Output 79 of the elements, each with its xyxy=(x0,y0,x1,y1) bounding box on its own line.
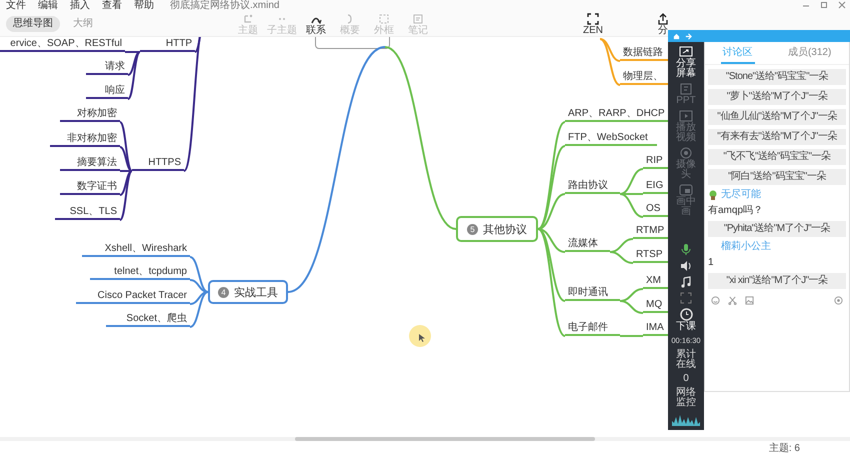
gift-notice: "xi xin"送给"M了个J"一朵 xyxy=(708,273,846,289)
settings-icon[interactable] xyxy=(834,296,843,305)
number-marker: 4 xyxy=(218,286,229,298)
menu-item[interactable]: 帮助 xyxy=(134,0,154,12)
subtopic[interactable]: 数字证书 xyxy=(60,180,120,195)
view-tab[interactable]: 思维导图 xyxy=(6,16,60,32)
screen-share-icon xyxy=(679,46,693,58)
picture-in-picture-icon xyxy=(679,184,693,196)
gift-notice: "飞不飞"送给"码宝宝"一朵 xyxy=(708,149,846,165)
network-label: 网络监控 xyxy=(675,388,697,408)
scissors-icon[interactable] xyxy=(728,296,737,305)
subtopic[interactable]: SSL、TLS xyxy=(55,205,120,220)
subtopic[interactable]: 流媒体 xyxy=(565,237,610,252)
subtopic[interactable]: 电子邮件 xyxy=(565,321,620,336)
sidebar-button[interactable]: 分享屏幕 xyxy=(674,46,698,79)
topic-label: 实战工具 xyxy=(234,286,278,300)
subtopic[interactable]: HTTP xyxy=(140,37,195,52)
connector-line xyxy=(620,335,643,337)
play-icon xyxy=(679,110,693,122)
chat-tab[interactable]: 成员(312) xyxy=(786,42,834,64)
subtopic[interactable]: telnet、tcpdump xyxy=(90,265,190,280)
connector-line xyxy=(620,300,644,314)
note-icon xyxy=(412,12,424,24)
topic-node[interactable]: 5 其他协议 xyxy=(456,216,538,242)
topic-count: 主题: 6 xyxy=(768,442,800,454)
subtopic[interactable]: HTTPS xyxy=(132,156,184,171)
home-icon[interactable] xyxy=(673,32,680,40)
subtopic[interactable]: 摘要算法 xyxy=(60,156,120,171)
cursor-highlight-icon xyxy=(409,325,431,347)
subtopic[interactable]: 路由协议 xyxy=(565,179,620,194)
camera-icon xyxy=(679,147,693,159)
clock-icon xyxy=(680,308,692,321)
subtopic[interactable]: ervice、SOAP、RESTful xyxy=(0,37,125,52)
subtopic[interactable]: 响应 xyxy=(86,84,128,99)
menu-item[interactable]: 查看 xyxy=(102,0,122,12)
close-icon[interactable] xyxy=(838,1,846,9)
zen-button[interactable]: ZEN xyxy=(577,12,609,36)
online-label: 累计在线 xyxy=(675,350,697,370)
subtopic[interactable]: 即时通讯 xyxy=(565,286,620,301)
speaker-icon[interactable] xyxy=(680,260,692,272)
connector-line xyxy=(610,238,634,253)
chat-message: 1 xyxy=(708,257,715,269)
menu-item[interactable]: 编辑 xyxy=(38,0,58,12)
music-note-icon[interactable] xyxy=(680,276,692,288)
maximize-icon[interactable] xyxy=(820,1,828,9)
gift-notice: "Pyhita"送给"M了个J"一朵 xyxy=(708,221,846,237)
online-count: 0 xyxy=(682,374,690,384)
subtopic[interactable]: Xshell、Wireshark xyxy=(82,242,190,257)
gift-notice: "Stone"送给"码宝宝"一朵 xyxy=(708,69,846,85)
topic-node[interactable]: 4 实战工具 xyxy=(208,280,288,304)
end-class-button[interactable]: 下课 xyxy=(674,308,698,332)
expand-icon[interactable] xyxy=(680,292,692,304)
image-icon[interactable] xyxy=(745,296,754,305)
slides-icon xyxy=(679,83,693,95)
menu-item[interactable]: 插入 xyxy=(70,0,90,12)
microphone-icon[interactable] xyxy=(680,243,692,256)
share-icon xyxy=(657,12,669,24)
smiley-icon[interactable] xyxy=(711,296,720,305)
gift-notice: "仙鱼儿仙"送给"M了个J"一朵 xyxy=(708,109,846,125)
subtopic[interactable]: 非对称加密 xyxy=(50,132,120,147)
number-marker: 5 xyxy=(467,224,478,234)
dashed-box-icon xyxy=(378,12,390,24)
gift-notice: "阿白"送给"码宝宝"一朵 xyxy=(708,169,846,185)
connector-line xyxy=(610,251,634,264)
subtopic[interactable]: Cisco Packet Tracer xyxy=(76,289,190,304)
subtopic[interactable]: FTP、WebSocket xyxy=(565,131,657,146)
subtopic[interactable]: 对称加密 xyxy=(60,107,120,122)
topic-label: 其他协议 xyxy=(483,222,527,236)
topic-icon xyxy=(242,12,254,24)
toolbar-button[interactable]: 联系 xyxy=(300,12,332,36)
share-button[interactable]: 分 xyxy=(647,12,679,36)
connector-line xyxy=(620,288,644,302)
subtopic[interactable]: Socket、爬虫 xyxy=(106,312,190,327)
fullscreen-icon xyxy=(587,12,599,24)
subtopic[interactable]: 请求 xyxy=(86,60,128,75)
horizontal-scrollbar[interactable] xyxy=(0,437,850,441)
chat-message: 有amqp吗？ xyxy=(708,205,764,217)
gift-notice: "萝卜"送给"M了个J"一朵 xyxy=(708,89,846,105)
gift-notice: "有来有去"送给"M了个J"一朵 xyxy=(708,129,846,145)
